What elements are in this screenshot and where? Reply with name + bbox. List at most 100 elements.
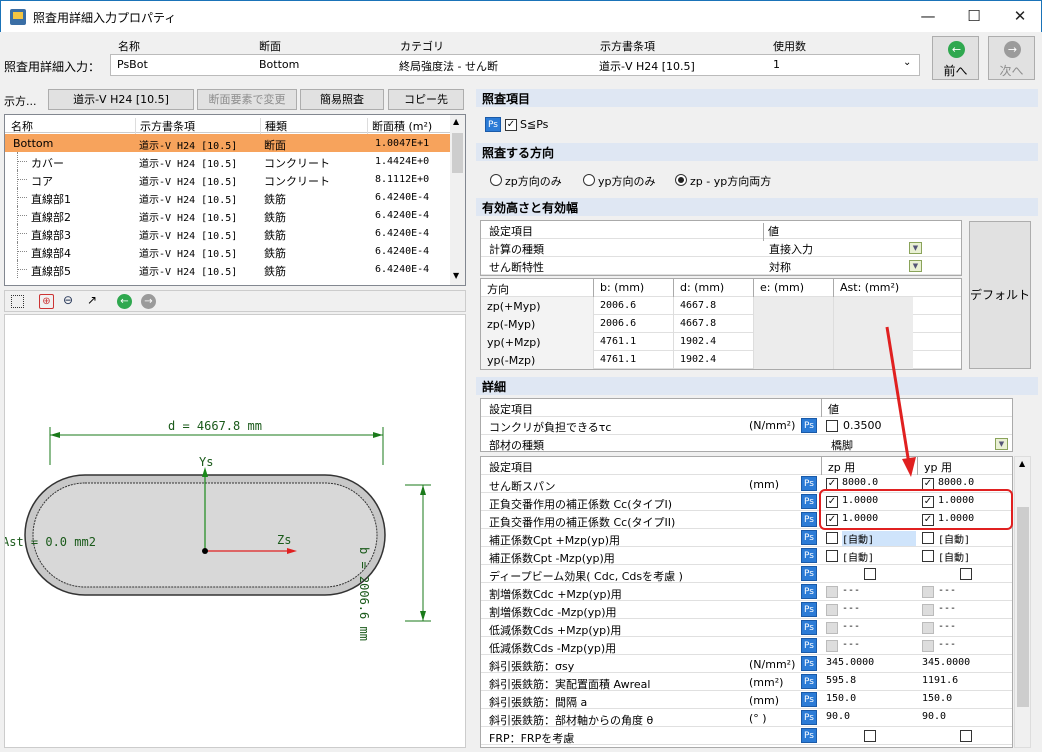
fit-view-icon[interactable] [11,295,24,308]
checkbox-yp[interactable] [922,604,934,616]
detail-value-yp[interactable]: 345.0000 [922,657,970,668]
checkbox-yp[interactable] [960,730,972,742]
detail-value-yp[interactable]: [自動] [938,531,1012,546]
close-button[interactable]: ✕ [997,1,1042,32]
scroll-down-icon[interactable]: ▼ [453,271,459,280]
checkbox-yp[interactable] [922,622,934,634]
detail-value-zp[interactable]: --- [842,585,860,596]
tree-row[interactable]: 直線部1 道示-V H24 [10.5] 鉄筋 6.4240E-4 [5,188,450,206]
checkbox-yp[interactable]: ✓ [922,514,934,526]
checkbox-yp[interactable] [960,568,972,580]
dir-cell-b[interactable]: 2006.6 [593,315,673,333]
detail-row[interactable]: 斜引張鉄筋：σsy (N/mm²) Ps 345.0000 345.0000 [481,655,1012,673]
dropdown-arrow-icon[interactable]: ▼ [909,260,922,272]
scroll-up-icon[interactable]: ▲ [453,117,459,126]
dropdown-arrow-icon[interactable]: ▼ [909,242,922,254]
checkbox-zp[interactable] [826,550,838,562]
checkbox-zp[interactable] [826,640,838,652]
detail-value-zp[interactable]: 150.0 [826,693,856,704]
dir-cell-b[interactable]: 4761.1 [593,333,673,351]
detail-value-yp[interactable]: 1.0000 [938,513,974,524]
checkbox-zp[interactable] [864,730,876,742]
checkbox-yp[interactable] [922,586,934,598]
dir-cell-d[interactable]: 1902.4 [673,333,753,351]
direction-row[interactable]: yp(-Mzp) 4761.1 1902.4 [481,351,961,369]
calc-type-row[interactable]: 計算の種類 直接入力 ▼ [481,239,961,257]
checkbox-zp[interactable] [826,604,838,616]
maximize-button[interactable]: ☐ [951,1,997,32]
tree-row[interactable]: Bottom 道示-V H24 [10.5] 断面 1.0047E+1 [5,134,450,152]
chevron-down-icon[interactable]: ⌄ [903,57,911,68]
tree-row[interactable]: コア 道示-V H24 [10.5] コンクリート 8.1112E+0 [5,170,450,188]
zoom-out-icon[interactable]: ⊖ [63,293,73,307]
detail-value-zp[interactable]: 8000.0 [842,477,878,488]
detail-row[interactable]: ディープビーム効果( Cdc, Cdsを考慮 ) Ps [481,565,1012,583]
dir-cell-d[interactable]: 4667.8 [673,315,753,333]
radio-yp-only[interactable] [583,174,595,186]
detail-row[interactable]: 正負交番作用の補正係数 Cc(タイプII) Ps ✓ 1.0000 ✓ 1.0000 [481,511,1012,529]
detail-value-yp[interactable]: 8000.0 [938,477,974,488]
detail-row[interactable]: 補正係数Cpt -Mzp(yp)用 Ps [自動] [自動] [481,547,1012,565]
detail-value-zp[interactable]: 1.0000 [842,513,878,524]
tree-scroll-thumb[interactable] [452,133,463,173]
detail-row[interactable]: 斜引張鉄筋：部材軸からの角度 θ (° ) Ps 90.0 90.0 [481,709,1012,727]
checkbox-yp[interactable]: ✓ [922,478,934,490]
selection-combobox[interactable]: PsBot Bottom 終局強度法 - せん断 道示-V H24 [10.5]… [110,54,920,76]
radio-zp-only[interactable] [490,174,502,186]
radio-both[interactable] [675,174,687,186]
pan-arrow-icon[interactable]: ↗ [87,293,97,307]
detail-value-zp[interactable]: 90.0 [826,711,850,722]
checkbox-yp[interactable]: ✓ [922,496,934,508]
tree-row[interactable]: 直線部2 道示-V H24 [10.5] 鉄筋 6.4240E-4 [5,206,450,224]
detail-value-zp[interactable]: --- [842,621,860,632]
member-type-row[interactable]: 部材の種類 橋脚 ▼ [481,435,1012,453]
tree-row[interactable]: 直線部5 道示-V H24 [10.5] 鉄筋 6.4240E-4 [5,260,450,278]
dir-cell-d[interactable]: 1902.4 [673,351,753,369]
next-button[interactable]: → 次へ [988,36,1035,80]
detail-scrollbar[interactable]: ▲ [1014,456,1031,748]
detail-value-zp[interactable]: 345.0000 [826,657,874,668]
dropdown-arrow-icon[interactable]: ▼ [995,438,1008,450]
dir-cell-b[interactable]: 4761.1 [593,351,673,369]
checkbox-zp[interactable] [826,586,838,598]
change-by-element-button[interactable]: 断面要素で変更 [197,89,297,110]
checkbox-zp[interactable]: ✓ [826,514,838,526]
detail-value-zp[interactable]: --- [842,603,860,614]
detail-row[interactable]: 割増係数Cdc -Mzp(yp)用 Ps --- --- [481,601,1012,619]
detail-row[interactable]: 割増係数Cdc +Mzp(yp)用 Ps --- --- [481,583,1012,601]
prev-button[interactable]: ← 前へ [932,36,979,80]
tree-col-name[interactable]: 名称 [11,118,33,134]
checkbox-yp[interactable] [922,640,934,652]
detail-row[interactable]: 低減係数Cds -Mzp(yp)用 Ps --- --- [481,637,1012,655]
detail-value-yp[interactable]: 1191.6 [922,675,958,686]
checkbox-zp[interactable] [826,622,838,634]
dir-cell-b[interactable]: 2006.6 [593,297,673,315]
copy-to-button[interactable]: コピー先 [388,89,464,110]
shear-property-row[interactable]: せん断特性 対称 ▼ [481,257,961,275]
detail-value-zp[interactable]: --- [842,639,860,650]
minimize-button[interactable]: — [905,1,951,32]
tree-row[interactable]: 直線部3 道示-V H24 [10.5] 鉄筋 6.4240E-4 [5,224,450,242]
detail-value-yp[interactable]: --- [938,621,956,632]
detail-value-yp[interactable]: [自動] [938,549,1012,564]
s-le-ps-checkbox[interactable]: ✓ [505,119,517,131]
checkbox-zp[interactable] [826,532,838,544]
detail-row[interactable]: 低減係数Cds +Mzp(yp)用 Ps --- --- [481,619,1012,637]
tree-scrollbar[interactable]: ▲ ▼ [450,115,465,285]
detail-value-yp[interactable]: --- [938,603,956,614]
direction-row[interactable]: zp(-Myp) 2006.6 4667.8 [481,315,961,333]
detail-row[interactable]: せん断スパン (mm) Ps ✓ 8000.0 ✓ 8000.0 [481,475,1012,493]
tree-col-spec[interactable]: 示方書条項 [135,118,195,134]
detail-row[interactable]: 正負交番作用の補正係数 Cc(タイプI) Ps ✓ 1.0000 ✓ 1.0000 [481,493,1012,511]
detail-value-yp[interactable]: 90.0 [922,711,946,722]
spec-button[interactable]: 道示-V H24 [10.5] [48,89,194,110]
simple-check-button[interactable]: 簡易照査 [300,89,384,110]
default-button[interactable]: デフォルト [969,221,1031,369]
detail-row[interactable]: FRP：FRPを考慮 Ps [481,727,1012,745]
detail-value-yp[interactable]: --- [938,585,956,596]
tau-c-row[interactable]: コンクリが負担できるτc (N/mm²) Ps 0.3500 [481,417,1012,435]
detail-value-yp[interactable]: 150.0 [922,693,952,704]
dir-cell-d[interactable]: 4667.8 [673,297,753,315]
scroll-up-icon[interactable]: ▲ [1019,459,1025,468]
tree-row[interactable]: 直線部4 道示-V H24 [10.5] 鉄筋 6.4240E-4 [5,242,450,260]
